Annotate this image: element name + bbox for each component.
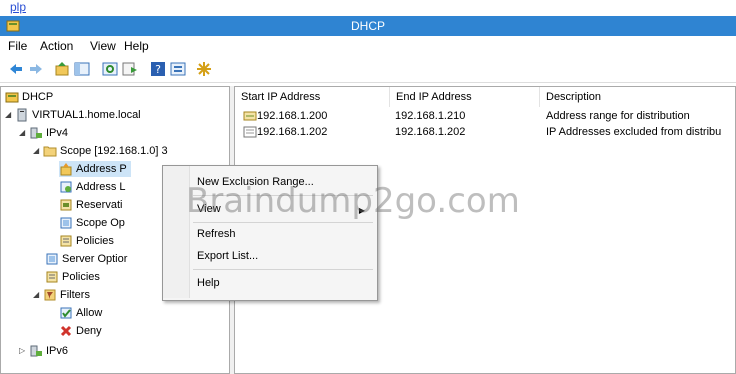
context-menu-separator (193, 222, 373, 223)
menu-item-refresh[interactable]: Refresh (197, 224, 236, 244)
toolbar: ? (0, 56, 736, 83)
tree-label-scope-options: Scope Op (76, 217, 125, 229)
tree-label-address-leases: Address L (76, 181, 126, 193)
tree-node-server-options[interactable]: Server Optior (45, 251, 127, 267)
tree-node-scope-options[interactable]: Scope Op (59, 215, 125, 231)
export-icon[interactable] (122, 61, 138, 77)
exclusion-range-icon (243, 126, 257, 138)
tree-label-server: VIRTUAL1.home.local (32, 109, 141, 121)
refresh-icon[interactable] (102, 61, 118, 77)
tree-node-ipv4[interactable]: ◢ IPv4 (19, 125, 68, 141)
row-start-ip: 192.168.1.202 (257, 126, 328, 138)
menu-help[interactable]: Help (124, 39, 149, 53)
window-title: DHCP (350, 19, 385, 33)
tree-label-ipv4: IPv4 (46, 127, 69, 139)
tree-label-reservations: Reservati (76, 199, 123, 211)
row-description: IP Addresses excluded from distribu (546, 126, 722, 138)
tree-node-address-leases[interactable]: Address L (59, 179, 126, 195)
collapse-arrow-icon[interactable]: ◢ (33, 143, 43, 159)
row-end-ip: 192.168.1.210 (395, 110, 466, 122)
up-icon[interactable] (54, 61, 70, 77)
submenu-arrow-icon: ▶ (358, 206, 365, 215)
address-range-icon (243, 111, 257, 121)
tree-label-policies: Policies (62, 271, 100, 283)
context-menu-separator (193, 269, 373, 270)
menu-item-view[interactable]: View (197, 199, 221, 219)
context-menu-gutter (163, 166, 190, 298)
menu-bar: File Action View Help (0, 36, 736, 56)
column-header-start-ip[interactable]: Start IP Address (235, 87, 390, 107)
reservations-icon (60, 199, 72, 211)
collapse-arrow-icon[interactable]: ◢ (33, 287, 43, 303)
column-header-description[interactable]: Description (540, 87, 736, 107)
scope-options-icon (60, 217, 72, 229)
svg-text:?: ? (155, 63, 161, 76)
context-menu-separator (193, 195, 373, 196)
collapse-arrow-icon[interactable]: ◢ (19, 125, 29, 141)
properties-icon[interactable] (170, 61, 186, 77)
ipv4-icon (30, 127, 42, 139)
column-header-end-ip[interactable]: End IP Address (390, 87, 540, 107)
collapse-arrow-icon[interactable]: ◢ (5, 107, 15, 123)
menu-item-new-exclusion-range[interactable]: New Exclusion Range... (197, 172, 314, 192)
page-link[interactable]: plp (10, 0, 26, 14)
menu-view[interactable]: View (90, 39, 116, 53)
allow-icon (60, 307, 72, 319)
menu-item-help[interactable]: Help (197, 273, 220, 293)
ipv6-icon (30, 345, 42, 357)
policies-icon (46, 271, 58, 283)
show-hide-tree-icon[interactable] (74, 61, 90, 77)
tree-node-scope-policies[interactable]: Policies (59, 233, 114, 249)
tree-node-policies[interactable]: Policies (45, 269, 100, 285)
tree-node-allow[interactable]: Allow (59, 305, 102, 321)
tree-label-scope: Scope [192.168.1.0] 3 (60, 145, 168, 157)
folder-icon (43, 146, 57, 157)
menu-item-export-list[interactable]: Export List... (197, 246, 258, 266)
tree-label-ipv6: IPv6 (46, 345, 69, 357)
address-pool-icon (60, 163, 72, 176)
tree-node-reservations[interactable]: Reservati (59, 197, 122, 213)
filters-icon (44, 289, 56, 301)
tree-node-scope[interactable]: ◢ Scope [192.168.1.0] 3 (33, 143, 168, 159)
tree-node-address-pool[interactable]: Address P (59, 161, 131, 177)
row-description: Address range for distribution (546, 110, 690, 122)
tree-node-ipv6[interactable]: ▷ IPv6 (19, 343, 68, 359)
tree-label-dhcp: DHCP (22, 91, 54, 103)
tree-label-filters: Filters (60, 289, 90, 301)
top-page-strip: plp (0, 0, 736, 16)
tree-node-deny[interactable]: Deny (59, 323, 102, 339)
tree-node-filters[interactable]: ◢ Filters (33, 287, 90, 303)
tree-label-scope-policies: Policies (76, 235, 114, 247)
tree-label-address-pool: Address P (76, 163, 127, 175)
forward-icon[interactable] (28, 61, 44, 77)
tree-node-dhcp[interactable]: DHCP (5, 89, 53, 105)
menu-file[interactable]: File (8, 39, 27, 53)
row-end-ip: 192.168.1.202 (395, 126, 466, 138)
tree-label-deny: Deny (76, 325, 102, 337)
tree-label-server-options: Server Optior (62, 253, 128, 265)
help-icon[interactable]: ? (150, 61, 166, 77)
deny-icon (60, 325, 72, 337)
window-titlebar: DHCP (0, 16, 736, 36)
tree-node-server[interactable]: ◢ VIRTUAL1.home.local (5, 107, 141, 123)
server-options-icon (46, 253, 58, 265)
tree-label-allow: Allow (76, 307, 103, 319)
row-start-ip: 192.168.1.200 (257, 110, 328, 122)
context-menu: New Exclusion Range... View ▶ Refresh Ex… (162, 165, 378, 301)
new-icon[interactable] (196, 61, 212, 77)
back-icon[interactable] (8, 61, 24, 77)
expand-arrow-icon[interactable]: ▷ (19, 343, 29, 359)
menu-action[interactable]: Action (40, 39, 73, 53)
policies-icon (60, 235, 72, 247)
address-leases-icon (60, 181, 72, 193)
dhcp-icon (5, 92, 19, 103)
server-icon (17, 108, 27, 122)
